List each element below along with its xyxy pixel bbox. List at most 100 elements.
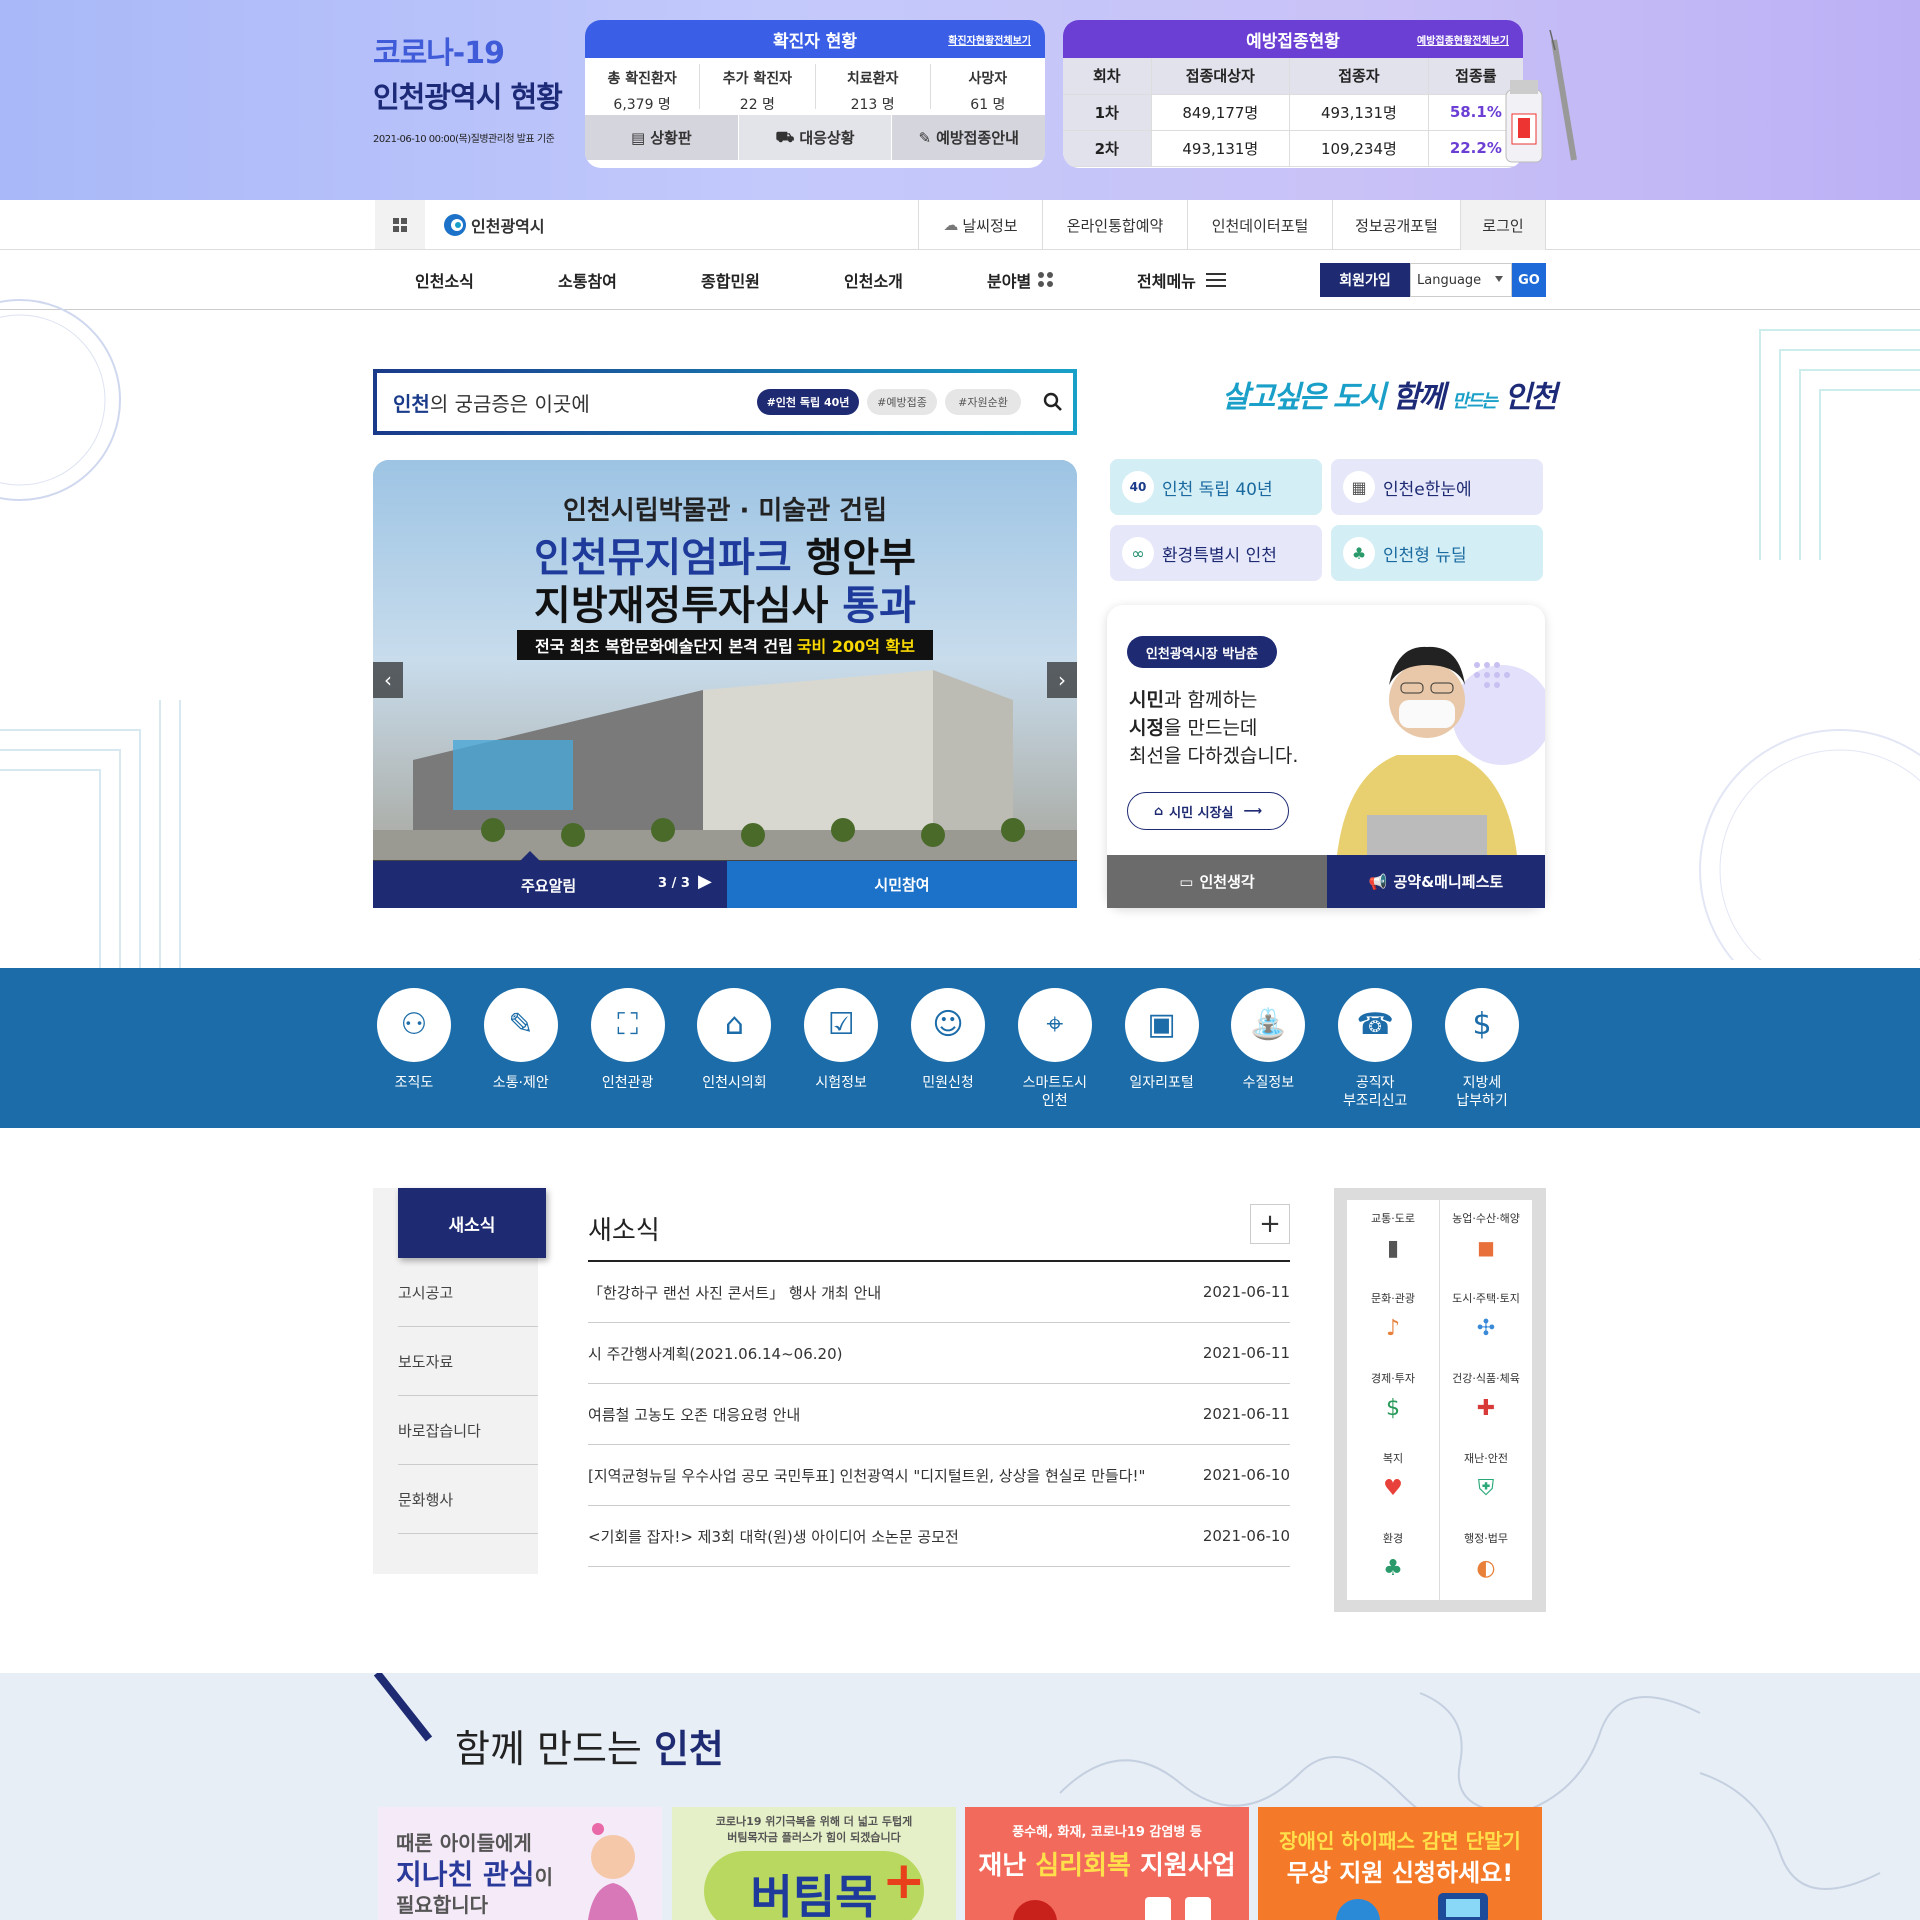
category-admin-chart[interactable]: 행정·법무 ◐ bbox=[1440, 1520, 1532, 1600]
quick-link-environment[interactable]: ∞ 환경특별시 인천 bbox=[1110, 525, 1322, 581]
promo-card-support-fund[interactable]: 코로나19 위기극복을 위해 더 넓고 두텁게 버팀목자금 플러스가 힘이 되겠… bbox=[672, 1807, 956, 1920]
nav-label: 전체메뉴 bbox=[1137, 272, 1196, 291]
news-item-title: [지역균형뉴딜 우수사업 공모 국민투표] 인천광역시 "디지털트윈, 상상을 … bbox=[588, 1466, 1146, 1485]
promo-card-recovery[interactable]: 풍수해, 화재, 코로나19 감염병 등 재난 심리회복 지원사업 bbox=[965, 1807, 1249, 1920]
vaccine-row: 1차 849,177명 493,131명 58.1% bbox=[1063, 94, 1523, 131]
pledge-button[interactable]: 📢 공약&매니페스토 bbox=[1327, 855, 1545, 908]
news-item[interactable]: 시 주간행사계획(2021.06.14~06.20) 2021-06-11 bbox=[588, 1323, 1290, 1384]
main-banner[interactable]: 인천시립박물관 · 미술관 건립 인천뮤지엄파크 행안부 지방재정투자심사 통과… bbox=[373, 460, 1077, 908]
quick-link-independence[interactable]: 40 인천 독립 40년 bbox=[1110, 459, 1322, 515]
search-tag[interactable]: #인천 독립 40년 bbox=[757, 389, 859, 415]
service-tax-bag[interactable]: $ 지방세 납부하기 bbox=[1432, 988, 1532, 1110]
banner-headline-row1: 인천뮤지엄파크 행안부 bbox=[373, 534, 1077, 582]
card-line2b: 이 bbox=[534, 1865, 553, 1889]
vaccine-guide-label: 예방접종안내 bbox=[936, 129, 1019, 147]
service-org-chart[interactable]: ⚇ 조직도 bbox=[364, 988, 464, 1092]
category-city-nodes[interactable]: 도시·주택·토지 ✣ bbox=[1440, 1280, 1532, 1360]
banner-prev-button[interactable]: ‹ bbox=[373, 662, 403, 698]
news-tab-active[interactable]: 새소식 bbox=[398, 1188, 546, 1258]
service-civil-petition[interactable]: ☺ 민원신청 bbox=[898, 988, 998, 1092]
banner-headline-2a: 인천뮤지엄파크 bbox=[534, 535, 792, 581]
search-placeholder-bold: 인천 bbox=[393, 391, 430, 416]
site-logo[interactable]: 인천광역시 bbox=[443, 212, 545, 238]
service-council-building[interactable]: ⌂ 인천시의회 bbox=[684, 988, 784, 1092]
service-tourism-map[interactable]: ⛶ 인천관광 bbox=[578, 988, 678, 1092]
data-portal-link[interactable]: 인천데이터포털 bbox=[1187, 200, 1332, 250]
search-icon[interactable] bbox=[1043, 392, 1063, 412]
category-medical-kit[interactable]: 건강·식품·체육 ✚ bbox=[1440, 1360, 1532, 1440]
dashboard-button[interactable]: ▤ 상황판 bbox=[585, 115, 739, 160]
search-tag[interactable]: #자원순환 bbox=[945, 389, 1021, 415]
category-farm-basket[interactable]: 농업·수산·해양 ◼ bbox=[1440, 1200, 1532, 1280]
category-shield[interactable]: 재난·안전 ⛨ bbox=[1440, 1440, 1532, 1520]
stat-new: 추가 확진자 22 명 bbox=[700, 64, 816, 113]
play-icon[interactable]: ▶ bbox=[698, 871, 712, 892]
mayor-badge: 인천광역시장 박남춘 bbox=[1127, 636, 1277, 668]
covid-title-2: 인천광역시 현황 bbox=[373, 80, 563, 114]
confirmed-more-link[interactable]: 확진자현황전체보기 bbox=[948, 32, 1031, 47]
service-job-portal[interactable]: ▣ 일자리포털 bbox=[1112, 988, 1212, 1092]
login-link[interactable]: 로그인 bbox=[1460, 200, 1546, 250]
promo-card-hipass[interactable]: 장애인 하이패스 감면 단말기 무상 지원 신청하세요! bbox=[1258, 1807, 1542, 1920]
quick-link-label: 인천e한눈에 bbox=[1383, 479, 1472, 500]
info-portal-label: 정보공개포털 bbox=[1355, 216, 1438, 235]
nav-incheon-news[interactable]: 인천소식 bbox=[415, 250, 474, 310]
service-water-tap[interactable]: ⛲ 수질정보 bbox=[1218, 988, 1318, 1092]
nav-participation[interactable]: 소통참여 bbox=[558, 250, 617, 310]
incheon-thoughts-button[interactable]: ▭ 인천생각 bbox=[1107, 855, 1327, 908]
news-tab-culture[interactable]: 문화행사 bbox=[398, 1465, 538, 1534]
quick-link-new-deal[interactable]: ♣ 인천형 뉴딜 bbox=[1331, 525, 1543, 581]
together-title: 함께 만드는 인천 bbox=[455, 1718, 724, 1773]
news-tab-corrections[interactable]: 바로잡습니다 bbox=[398, 1396, 538, 1465]
search-box[interactable]: 인천의 궁금증은 이곳에 #인천 독립 40년 #예방접종 #자원순환 bbox=[373, 369, 1077, 435]
news-item[interactable]: 여름철 고농도 오존 대응요령 안내 2021-06-11 bbox=[588, 1384, 1290, 1445]
news-more-button[interactable]: + bbox=[1250, 1204, 1290, 1244]
info-portal-link[interactable]: 정보공개포털 bbox=[1332, 200, 1460, 250]
category-road[interactable]: 교통·도로 ▮ bbox=[1347, 1200, 1439, 1280]
language-select[interactable]: Language bbox=[1410, 263, 1512, 297]
banner-tab-notices[interactable]: 주요알림 3 / 3 ▶ bbox=[373, 851, 727, 908]
nav-by-field[interactable]: 분야별 bbox=[987, 250, 1055, 310]
anniversary-icon: 40 bbox=[1122, 471, 1154, 503]
vaccine-more-link[interactable]: 예방접종현황전체보기 bbox=[1417, 32, 1509, 47]
service-proposal[interactable]: ✎ 소통·제안 bbox=[471, 988, 571, 1092]
citizen-mayor-office-button[interactable]: ⌂ 시민 시장실 ⟶ bbox=[1127, 792, 1289, 830]
join-button[interactable]: 회원가입 bbox=[1320, 263, 1410, 297]
response-button[interactable]: ⛟ 대응상황 bbox=[739, 115, 893, 160]
category-forest[interactable]: 환경 ♣ bbox=[1347, 1520, 1439, 1600]
promo-card-children[interactable]: 때론 아이들에게 지나친 관심이 필요합니다 bbox=[378, 1807, 662, 1920]
category-money-bag[interactable]: 경제·투자 $ bbox=[1347, 1360, 1439, 1440]
decor-lines-left bbox=[0, 700, 181, 970]
reservation-link[interactable]: 온라인통합예약 bbox=[1042, 200, 1187, 250]
news-tab-notice[interactable]: 고시공고 bbox=[398, 1258, 538, 1327]
quick-link-dashboard[interactable]: ▦ 인천e한눈에 bbox=[1331, 459, 1543, 515]
service-report[interactable]: ☎ 공직자 부조리신고 bbox=[1325, 988, 1425, 1110]
weather-link[interactable]: ☁ 날씨정보 bbox=[918, 200, 1042, 250]
news-item[interactable]: <기회를 잡자!> 제3회 대학(원)생 아이디어 소논문 공모전 2021-06… bbox=[588, 1506, 1290, 1567]
service-exam[interactable]: ☑ 시험정보 bbox=[791, 988, 891, 1092]
megaphone-icon: 📢 bbox=[1368, 872, 1388, 891]
search-tag[interactable]: #예방접종 bbox=[867, 389, 937, 415]
news-tab-press[interactable]: 보도자료 bbox=[398, 1327, 538, 1396]
vaccine-heading: 예방접종현황 예방접종현황전체보기 bbox=[1063, 20, 1523, 58]
banner-tab-participation[interactable]: 시민참여 bbox=[727, 861, 1077, 908]
vaccine-guide-button[interactable]: ✎ 예방접종안내 bbox=[892, 115, 1045, 160]
decor-circle-right bbox=[1699, 729, 1920, 960]
sitemap-button[interactable] bbox=[375, 200, 425, 249]
news-item[interactable]: [지역균형뉴딜 우수사업 공모 국민투표] 인천광역시 "디지털트윈, 상상을 … bbox=[588, 1445, 1290, 1506]
category-heart[interactable]: 복지 ♥ bbox=[1347, 1440, 1439, 1520]
news-item-title: 「한강하구 랜선 사진 콘서트」 행사 개최 안내 bbox=[588, 1283, 882, 1302]
category-guitar[interactable]: 문화·관광 ♪ bbox=[1347, 1280, 1439, 1360]
banner-headline-3b: 통과 bbox=[842, 583, 916, 629]
language-go-button[interactable]: GO bbox=[1512, 263, 1546, 297]
nav-about[interactable]: 인천소개 bbox=[844, 250, 903, 310]
service-smart-city[interactable]: ⌖ 스마트도시 인천 bbox=[1005, 988, 1105, 1110]
banner-next-button[interactable]: › bbox=[1047, 662, 1077, 698]
banner-tab-participation-label: 시민참여 bbox=[874, 876, 930, 894]
nav-civil-service[interactable]: 종합민원 bbox=[701, 250, 760, 310]
together-title-a: 함께 만드는 bbox=[455, 1727, 654, 1771]
nav-all-menu[interactable]: 전체메뉴 bbox=[1137, 250, 1226, 310]
stat-label: 총 확진환자 bbox=[607, 71, 677, 87]
news-item[interactable]: 「한강하구 랜선 사진 콘서트」 행사 개최 안내 2021-06-11 bbox=[588, 1262, 1290, 1323]
banner-sub: 전국 최초 복합문화예술단지 본격 건립 bbox=[535, 637, 793, 656]
